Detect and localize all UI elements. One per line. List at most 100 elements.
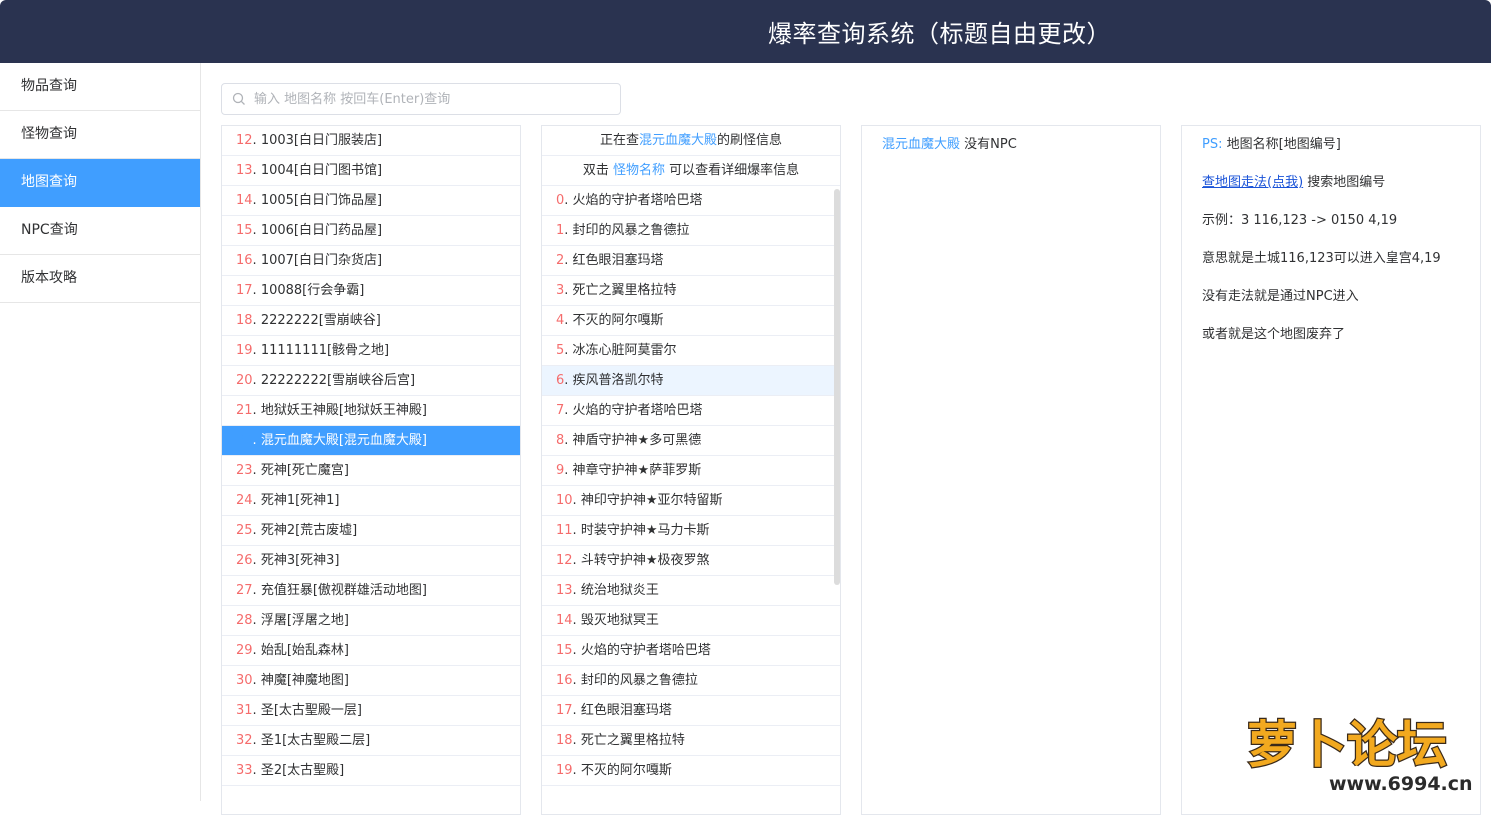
map-list-row[interactable]: 30. 神魔[神魔地图] (222, 666, 520, 696)
map-list-row[interactable]: 31. 圣[太古聖殿一层] (222, 696, 520, 726)
map-list-row[interactable]: 33. 圣2[太古聖殿] (222, 756, 520, 786)
row-index: 12 (236, 133, 253, 148)
search-box[interactable] (221, 83, 621, 115)
ps-line-6: 或者就是这个地图废弃了 (1202, 327, 1346, 342)
map-list-row[interactable]: 13. 1004[白日门图书馆] (222, 156, 520, 186)
row-index: 11 (556, 523, 573, 538)
monster-list-row[interactable]: 16. 封印的风暴之鲁德拉 (542, 666, 840, 696)
monster-list-row[interactable]: 10. 神印守护神★亚尔特留斯 (542, 486, 840, 516)
ps-line-3: 示例：3 116,123 -> 0150 4,19 (1202, 213, 1398, 228)
map-name: 圣[太古聖殿一层] (260, 703, 362, 718)
monster-header-prefix: 正在查 (599, 133, 639, 148)
map-list-row[interactable]: 14. 1005[白日门饰品屋] (222, 186, 520, 216)
monster-list-row[interactable]: 6. 疾风普洛凯尔特 (542, 366, 840, 396)
row-index: 32 (236, 733, 253, 748)
monster-list-row[interactable]: 17. 红色眼泪塞玛塔 (542, 696, 840, 726)
sidebar-item-5[interactable]: 版本攻略 (0, 255, 200, 303)
map-list-row[interactable]: 15. 1006[白日门药品屋] (222, 216, 520, 246)
map-list-row[interactable]: 25. 死神2[荒古废墟] (222, 516, 520, 546)
map-list-row[interactable]: 20. 22222222[雪崩峡谷后宫] (222, 366, 520, 396)
monster-list-row[interactable]: 15. 火焰的守护者塔哈巴塔 (542, 636, 840, 666)
ps-label: PS: (1202, 137, 1223, 152)
monster-list-row[interactable]: 14. 毁灭地狱冥王 (542, 606, 840, 636)
monster-name: 红色眼泪塞玛塔 (580, 703, 672, 718)
row-index: 33 (236, 763, 253, 778)
monster-list-row[interactable]: 11. 时装守护神★马力卡斯 (542, 516, 840, 546)
ps-line-2: 查地图走法(点我) 搜索地图编号 (1202, 171, 1385, 190)
npc-map-name: 混元血魔大殿 (882, 137, 961, 152)
monster-header-info: 正在查混元血魔大殿的刷怪信息 (542, 126, 840, 156)
sidebar-item-1[interactable]: 物品查询 (0, 63, 200, 111)
map-list-row[interactable]: 24. 死神1[死神1] (222, 486, 520, 516)
map-list-row[interactable]: 28. 浮屠[浮屠之地] (222, 606, 520, 636)
monster-list-panel: 正在查混元血魔大殿的刷怪信息 双击 怪物名称 可以查看详细爆率信息 0. 火焰的… (541, 125, 841, 815)
map-name: 1006[白日门药品屋] (260, 223, 383, 238)
monster-list-row[interactable]: 18. 死亡之翼里格拉特 (542, 726, 840, 756)
row-index: 20 (236, 373, 253, 388)
map-list-row[interactable]: 21. 地狱妖王神殿[地狱妖王神殿] (222, 396, 520, 426)
row-index: 18 (556, 733, 573, 748)
map-list-row[interactable]: 12. 1003[白日门服装店] (222, 126, 520, 156)
row-index: 13 (236, 163, 253, 178)
map-name: 死神2[荒古废墟] (260, 523, 358, 538)
monster-list-row[interactable]: 5. 冰冻心脏阿莫雷尔 (542, 336, 840, 366)
map-list-row[interactable]: 16. 1007[白日门杂货店] (222, 246, 520, 276)
monster-name: 神盾守护神★多可黑德 (572, 433, 702, 448)
map-list-row[interactable]: 22. 混元血魔大殿[混元血魔大殿] (222, 426, 520, 456)
row-index: 24 (236, 493, 253, 508)
hint-monster-name: 怪物名称 (612, 163, 665, 178)
row-index: 28 (236, 613, 253, 628)
map-list-row[interactable]: 29. 始乱[始乱森林] (222, 636, 520, 666)
watermark-text: 萝卜论坛 (1247, 716, 1447, 774)
monster-list-row[interactable]: 12. 斗转守护神★极夜罗煞 (542, 546, 840, 576)
map-name: 死神3[死神3] (260, 553, 340, 568)
monster-list-row[interactable]: 3. 死亡之翼里格拉特 (542, 276, 840, 306)
ps-line1-text: 地图名称[地图编号] (1222, 137, 1341, 152)
sidebar-item-2[interactable]: 怪物查询 (0, 111, 200, 159)
map-route-link[interactable]: 查地图走法(点我) (1202, 175, 1303, 190)
monster-list-row[interactable]: 4. 不灭的阿尔嘎斯 (542, 306, 840, 336)
monster-name: 统治地狱炎王 (580, 583, 659, 598)
ps-line-4: 意思就是土城116,123可以进入皇宫4,19 (1202, 251, 1441, 266)
sidebar-item-3[interactable]: 地图查询 (0, 159, 200, 207)
row-index: 16 (556, 673, 573, 688)
row-index: 26 (236, 553, 253, 568)
monster-name: 红色眼泪塞玛塔 (572, 253, 664, 268)
row-index: 13 (556, 583, 573, 598)
map-list-row[interactable]: 17. 10088[行会争霸] (222, 276, 520, 306)
monster-list-row[interactable]: 0. 火焰的守护者塔哈巴塔 (542, 186, 840, 216)
map-list-row[interactable]: 18. 2222222[雪崩峡谷] (222, 306, 520, 336)
monster-list-row[interactable]: 9. 神章守护神★萨菲罗斯 (542, 456, 840, 486)
sidebar-item-4[interactable]: NPC查询 (0, 207, 200, 255)
monster-list-row[interactable]: 19. 不灭的阿尔嘎斯 (542, 756, 840, 786)
map-list-row[interactable]: 27. 充值狂暴[傲视群雄活动地图] (222, 576, 520, 606)
map-name: 11111111[骸骨之地] (260, 343, 390, 358)
monster-list-row[interactable]: 7. 火焰的守护者塔哈巴塔 (542, 396, 840, 426)
monster-name: 封印的风暴之鲁德拉 (580, 673, 698, 688)
monster-list-row[interactable]: 13. 统治地狱炎王 (542, 576, 840, 606)
npc-panel: 混元血魔大殿 没有NPC (861, 125, 1161, 815)
row-index: 21 (236, 403, 253, 418)
monster-name: 神章守护神★萨菲罗斯 (572, 463, 702, 478)
monster-list-row[interactable]: 8. 神盾守护神★多可黑德 (542, 426, 840, 456)
monster-list-row[interactable]: 2. 红色眼泪塞玛塔 (542, 246, 840, 276)
ps-line-5: 没有走法就是通过NPC进入 (1202, 289, 1359, 304)
row-index: 14 (236, 193, 253, 208)
map-name: 死神[死亡魔宫] (260, 463, 349, 478)
map-list-row[interactable]: 26. 死神3[死神3] (222, 546, 520, 576)
search-input[interactable] (254, 84, 614, 114)
row-index: 19 (236, 343, 253, 358)
row-index: 17 (556, 703, 573, 718)
monster-name: 火焰的守护者塔哈巴塔 (572, 193, 703, 208)
row-index: 16 (236, 253, 253, 268)
map-name: 1003[白日门服装店] (260, 133, 383, 148)
map-list-row[interactable]: 23. 死神[死亡魔宫] (222, 456, 520, 486)
map-list-row[interactable]: 19. 11111111[骸骨之地] (222, 336, 520, 366)
hint-suffix: 可以查看详细爆率信息 (665, 163, 800, 178)
sidebar: 物品查询 怪物查询 地图查询 NPC查询 版本攻略 (0, 63, 201, 801)
monster-list-row[interactable]: 1. 封印的风暴之鲁德拉 (542, 216, 840, 246)
monster-scrollbar[interactable] (834, 189, 840, 585)
monster-header-map: 混元血魔大殿 (638, 133, 717, 148)
monster-name: 火焰的守护者塔哈巴塔 (572, 403, 703, 418)
map-list-row[interactable]: 32. 圣1[太古聖殿二层] (222, 726, 520, 756)
